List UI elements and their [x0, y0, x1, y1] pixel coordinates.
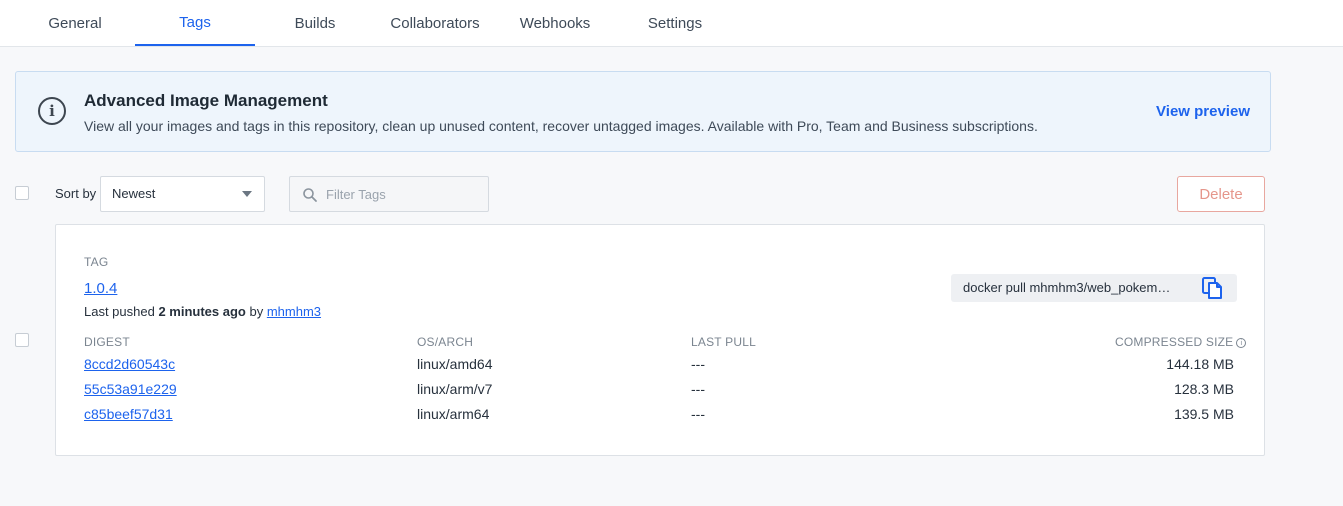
- os-arch-column-header: OS/ARCH: [417, 335, 474, 349]
- tab-tags[interactable]: Tags: [135, 0, 255, 46]
- sort-select[interactable]: Newest: [100, 176, 265, 212]
- compressed-size-value: 139.5 MB: [1174, 406, 1234, 422]
- sort-selected-value: Newest: [112, 186, 156, 201]
- digest-link[interactable]: 8ccd2d60543c: [84, 356, 175, 372]
- tag-select-checkbox[interactable]: [15, 333, 29, 347]
- pushed-prefix: Last pushed: [84, 304, 159, 319]
- pushed-user-link[interactable]: mhmhm3: [267, 304, 321, 319]
- view-preview-link[interactable]: View preview: [1156, 103, 1250, 120]
- banner-description: View all your images and tags in this re…: [84, 118, 1038, 134]
- info-icon[interactable]: i: [1236, 338, 1247, 348]
- filter-tags-input[interactable]: [326, 177, 481, 211]
- digest-column-header: DIGEST: [84, 335, 130, 349]
- compressed-size-value: 128.3 MB: [1174, 381, 1234, 397]
- last-pushed-info: Last pushed 2 minutes ago by mhmhm3: [84, 304, 321, 319]
- info-icon: i: [38, 97, 66, 125]
- tab-bar: General Tags Builds Collaborators Webhoo…: [0, 0, 1343, 47]
- last-pull-value: ---: [691, 381, 705, 397]
- chevron-down-icon: [242, 191, 252, 197]
- sort-by-label: Sort by: [55, 186, 97, 201]
- banner-title: Advanced Image Management: [84, 91, 328, 110]
- tag-name-link[interactable]: 1.0.4: [84, 280, 117, 297]
- tab-general[interactable]: General: [15, 0, 135, 46]
- pushed-time: 2 minutes ago: [158, 304, 246, 319]
- last-pull-column-header: LAST PULL: [691, 335, 756, 349]
- digest-link[interactable]: 55c53a91e229: [84, 381, 177, 397]
- pushed-by: by: [245, 304, 267, 319]
- os-arch-value: linux/arm/v7: [417, 381, 493, 397]
- advanced-image-management-banner: i Advanced Image Management View all you…: [15, 71, 1271, 152]
- filter-tags-field[interactable]: [289, 176, 489, 212]
- delete-button[interactable]: Delete: [1177, 176, 1265, 212]
- copy-icon[interactable]: [1200, 276, 1224, 300]
- last-pull-value: ---: [691, 406, 705, 422]
- os-arch-value: linux/amd64: [417, 356, 493, 372]
- tab-collaborators[interactable]: Collaborators: [375, 0, 495, 46]
- search-icon: [303, 188, 317, 202]
- compressed-size-value: 144.18 MB: [1166, 356, 1234, 372]
- tag-card: TAG 1.0.4 Last pushed 2 minutes ago by m…: [55, 224, 1265, 456]
- tag-column-header: TAG: [84, 255, 109, 269]
- select-all-checkbox[interactable]: [15, 186, 29, 200]
- os-arch-value: linux/arm64: [417, 406, 490, 422]
- compressed-size-label: COMPRESSED SIZE: [1115, 335, 1234, 349]
- tab-webhooks[interactable]: Webhooks: [495, 0, 615, 46]
- docker-pull-command: docker pull mhmhm3/web_pokemo...: [951, 274, 1237, 302]
- compressed-size-column-header: COMPRESSED SIZE i: [1115, 335, 1247, 349]
- pull-command-text: docker pull mhmhm3/web_pokemo...: [963, 280, 1175, 295]
- last-pull-value: ---: [691, 356, 705, 372]
- tab-builds[interactable]: Builds: [255, 0, 375, 46]
- tab-settings[interactable]: Settings: [615, 0, 735, 46]
- digest-link[interactable]: c85beef57d31: [84, 406, 173, 422]
